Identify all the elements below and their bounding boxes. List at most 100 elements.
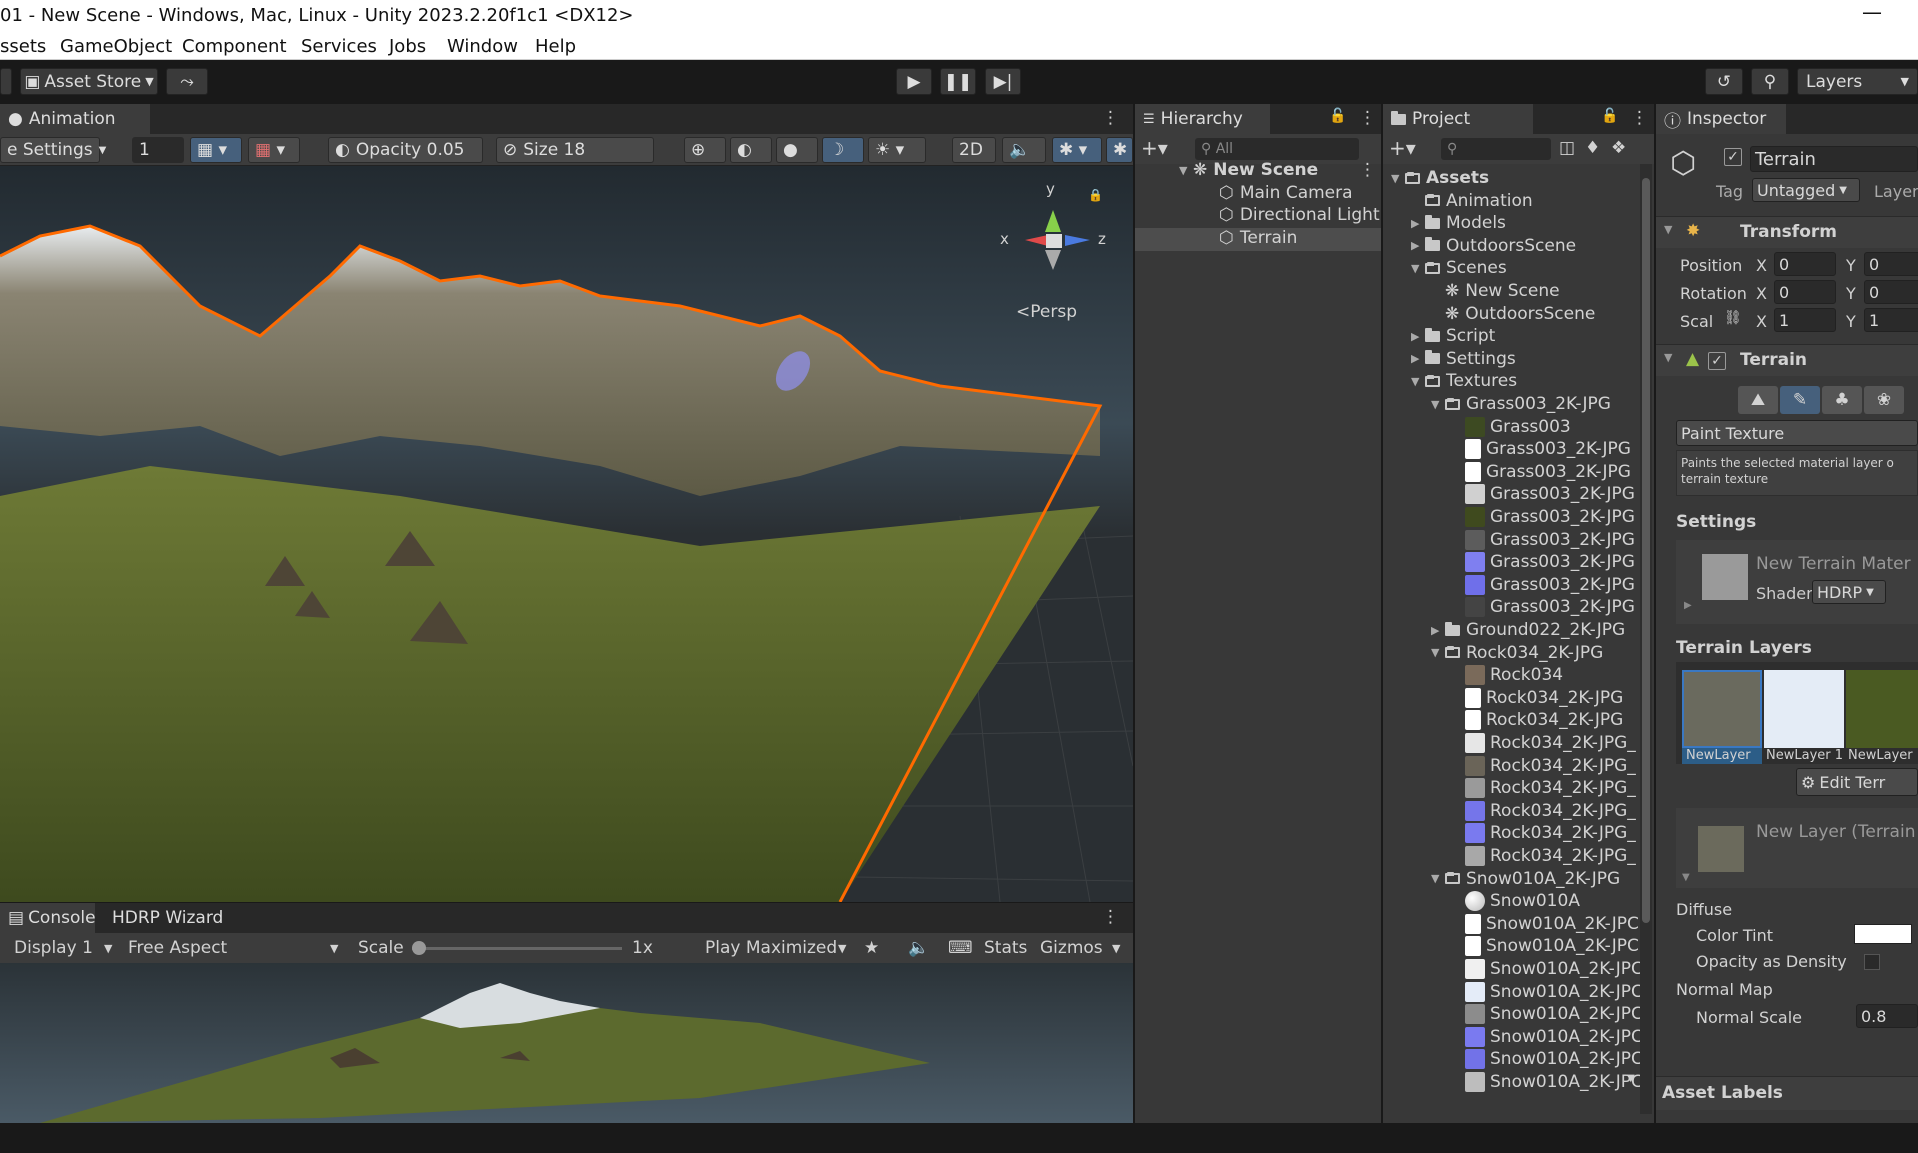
lock-icon[interactable]: 🔒 — [1088, 188, 1103, 202]
project-item[interactable]: ▶ Script — [1411, 325, 1495, 347]
chevron-right-icon[interactable]: ▶ — [1411, 352, 1425, 365]
project-item[interactable]: Grass003_2K-JPG — [1451, 596, 1635, 618]
terrain-header[interactable]: ▼ ▲ ✓ Terrain — [1656, 344, 1918, 376]
hierarchy-item-directional-light[interactable]: ⬡ Directional Light — [1219, 205, 1380, 225]
tab-console[interactable]: ▤ Console — [0, 903, 96, 933]
position-y-field[interactable]: 0 — [1864, 252, 1918, 276]
project-item[interactable]: Grass003_2K-JPG — [1451, 438, 1631, 460]
chevron-right-icon[interactable]: ▶ — [1684, 600, 1692, 611]
project-item[interactable]: ▼ Textures — [1411, 370, 1517, 392]
opacity-field[interactable]: ◐ Opacity 0.05 — [328, 137, 483, 163]
position-x-field[interactable]: 0 — [1774, 252, 1836, 276]
lock-icon[interactable]: 🔓 — [1329, 108, 1346, 124]
project-item[interactable]: Grass003_2K-JPG — [1451, 483, 1635, 505]
object-name-field[interactable]: Terrain — [1750, 146, 1918, 172]
play-mode-dropdown[interactable]: Play Maximized — [705, 938, 837, 958]
tab-inspector[interactable]: ⓘ Inspector — [1656, 104, 1786, 134]
menu-assets[interactable]: ssets — [0, 36, 46, 57]
chevron-right-icon[interactable]: ▶ — [1431, 624, 1445, 637]
tag-dropdown[interactable]: Untagged ▼ — [1752, 178, 1860, 202]
audio-button[interactable]: 🔈 — [1002, 137, 1046, 163]
rotation-x-field[interactable]: 0 — [1774, 280, 1836, 304]
project-item[interactable]: Animation — [1411, 190, 1533, 212]
game-view[interactable] — [0, 963, 1133, 1123]
project-item[interactable]: ▶ OutdoorsScene — [1411, 235, 1576, 257]
number-field[interactable]: 1 — [132, 137, 184, 163]
layers-dropdown[interactable]: Layers ▼ — [1797, 68, 1918, 95]
keyboard-icon[interactable]: ⌨ — [948, 938, 973, 958]
project-item[interactable]: Rock034_2K-JPG_ — [1451, 845, 1636, 867]
terrain-layer-snow[interactable] — [1764, 670, 1844, 748]
project-item[interactable]: ❋ New Scene — [1431, 280, 1560, 302]
display-dropdown[interactable]: Display 1 — [14, 938, 93, 958]
chevron-down-icon[interactable]: ▼ — [838, 942, 846, 955]
project-item[interactable]: ▼ Rock034_2K-JPG — [1431, 642, 1603, 664]
scale-x-field[interactable]: 1 — [1774, 308, 1836, 332]
opacity-density-checkbox[interactable] — [1864, 954, 1880, 970]
project-item[interactable]: Snow010A_2K-JPC — [1451, 913, 1639, 935]
terrain-layer-grass[interactable] — [1846, 670, 1918, 748]
project-item[interactable]: Rock034_2K-JPG — [1451, 687, 1623, 709]
stats-button[interactable]: Stats — [984, 938, 1027, 958]
project-item[interactable]: Rock034_2K-JPG_ — [1451, 777, 1636, 799]
project-item[interactable]: Grass003_2K-JPG — [1451, 506, 1635, 528]
chevron-down-icon[interactable]: ▼ — [1411, 262, 1425, 275]
project-item[interactable]: Grass003 — [1451, 416, 1571, 438]
menu-services[interactable]: Services — [301, 36, 377, 57]
wireframe-button[interactable]: ⊕ — [684, 137, 726, 163]
menu-gameobject[interactable]: GameObject — [60, 36, 172, 57]
account-button[interactable] — [0, 68, 12, 95]
persp-label[interactable]: <Persp — [1016, 302, 1077, 322]
tab-project[interactable]: Project — [1383, 104, 1533, 134]
project-item[interactable]: Snow010A_2K-JPC — [1451, 935, 1639, 957]
project-item[interactable]: Rock034_2K-JPG_ — [1451, 755, 1636, 777]
color-tint-swatch[interactable] — [1854, 924, 1912, 944]
rotation-y-field[interactable]: 0 — [1864, 280, 1918, 304]
project-item[interactable]: Grass003_2K-JPG — [1451, 551, 1635, 573]
chevron-down-icon[interactable]: ▼ — [1664, 223, 1672, 236]
chevron-down-icon[interactable]: ▼ — [1431, 646, 1445, 659]
scale-y-field[interactable]: 1 — [1864, 308, 1918, 332]
grid-toggle-button[interactable]: ▦ ▾ — [248, 137, 300, 163]
project-item[interactable]: ▼ Snow010A_2K-JPG — [1431, 868, 1620, 890]
project-item[interactable]: Rock034 — [1451, 664, 1563, 686]
project-item[interactable]: ▼ Grass003_2K-JPG — [1431, 393, 1611, 415]
tab-hdrp-wizard[interactable]: HDRP Wizard — [104, 903, 232, 933]
scene-settings-dropdown[interactable]: e Settings ▼ — [0, 137, 106, 163]
gizmos-button[interactable]: Gizmos — [1040, 938, 1103, 958]
shader-dropdown[interactable]: HDRP ▼ — [1812, 580, 1886, 604]
menu-jobs[interactable]: Jobs — [389, 36, 426, 57]
raise-lower-tool[interactable]: ⛰ — [1738, 386, 1778, 414]
lock-icon[interactable]: 🔓 — [1601, 108, 1618, 124]
chevron-down-icon[interactable]: ▼ — [1391, 172, 1405, 185]
tab-hierarchy[interactable]: ☰ Hierarchy — [1135, 104, 1270, 134]
chevron-right-icon[interactable]: ▶ — [1411, 239, 1425, 252]
details-tool[interactable]: ❀ — [1864, 386, 1904, 414]
paint-mode-dropdown[interactable]: Paint Texture — [1676, 420, 1918, 446]
search-button[interactable]: ⚲ — [1751, 68, 1789, 95]
menu-help[interactable]: Help — [535, 36, 576, 57]
hierarchy-search[interactable]: ⚲ All — [1195, 138, 1359, 160]
step-button[interactable]: ▶| — [985, 68, 1021, 95]
menu-window[interactable]: Window — [447, 36, 518, 57]
transform-header[interactable]: ▼ ✸ Transform — [1656, 216, 1918, 248]
scale-slider-track[interactable] — [412, 947, 622, 950]
chevron-right-icon[interactable]: ▶ — [1411, 217, 1425, 230]
scene-view[interactable]: y x z 🔒 <Persp — [0, 166, 1133, 902]
project-item[interactable]: Grass003_2K-JPG — [1451, 529, 1635, 551]
trees-tool[interactable]: ♣ — [1822, 386, 1862, 414]
scale-slider-knob[interactable] — [412, 941, 426, 955]
add-icon[interactable]: +▾ — [1141, 136, 1168, 160]
minimize-button[interactable]: — — [1862, 0, 1882, 24]
scroll-down-icon[interactable]: ▼ — [1627, 1073, 1635, 1084]
hierarchy-item-terrain[interactable]: ⬡ Terrain — [1219, 228, 1297, 248]
project-item[interactable]: ▶ Settings — [1411, 348, 1516, 370]
chevron-right-icon[interactable]: ▶ — [1411, 330, 1425, 343]
project-item[interactable]: ▶ Ground022_2K-JPG — [1431, 619, 1625, 641]
paint-texture-tool[interactable]: ✎ — [1780, 386, 1820, 414]
project-item[interactable]: Grass003_2K-JPG — [1451, 574, 1635, 596]
active-checkbox[interactable]: ✓ — [1724, 148, 1742, 166]
project-item[interactable]: Snow010A_2K-JPC — [1451, 981, 1643, 1003]
project-item[interactable]: Grass003_2K-JPG — [1451, 461, 1631, 483]
aspect-dropdown[interactable]: Free Aspect — [128, 938, 227, 958]
